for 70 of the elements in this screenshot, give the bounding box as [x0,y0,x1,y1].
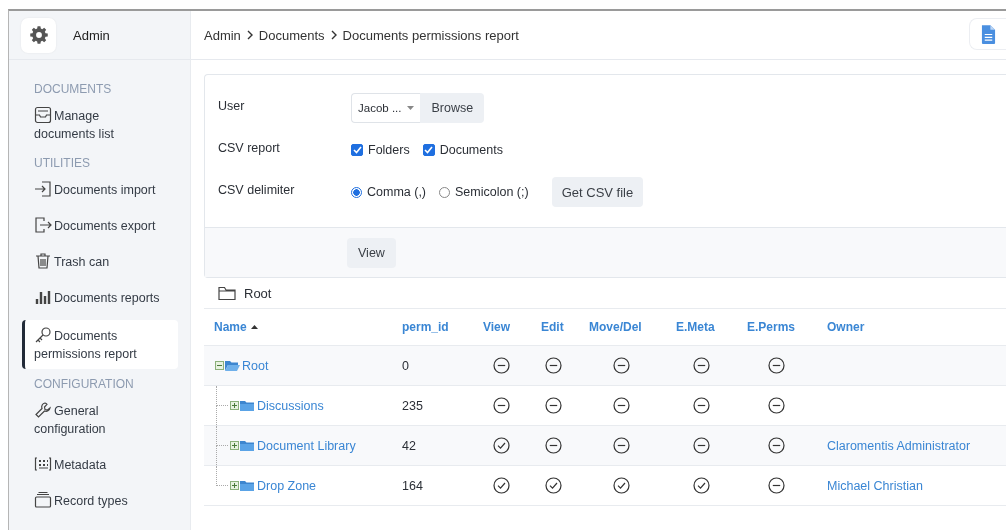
nav-item[interactable]: Manage documents list [22,102,178,148]
document-icon[interactable] [969,18,1006,50]
caret-icon [407,106,415,110]
table-cell-text: 164 [401,477,424,495]
get-csv-button[interactable]: Get CSV file [551,177,644,207]
wrench-icon [34,401,52,419]
folder-link[interactable]: Root [242,358,269,373]
app-title: Admin [73,27,110,43]
view-button[interactable]: View [347,237,396,268]
folder-link[interactable]: Document Library [257,438,356,453]
stack-icon [34,491,52,509]
column-header[interactable]: Name [204,309,392,345]
nav-item[interactable]: General configuration [22,397,178,443]
table-cell-text: 235 [401,397,424,415]
nav-item[interactable]: Documents reports [22,284,178,312]
field-label: CSV report [218,141,281,155]
column-header[interactable]: View [473,309,531,345]
expand-icon[interactable] [230,441,239,450]
section-heading: DOCUMENTS [33,82,113,96]
radio-option[interactable]: Semicolon (;) [439,185,529,199]
trash-icon [34,252,52,270]
breadcrumb-link[interactable]: Admin [204,27,241,43]
grid-icon [34,455,52,473]
folder-icon [240,399,255,412]
column-header[interactable]: perm_id [392,309,473,345]
collapse-icon[interactable] [215,361,224,370]
column-header[interactable]: E.Meta [666,309,737,345]
field-label: CSV delimiter [218,183,296,197]
table-cell-text: 0 [401,357,410,375]
browse-button[interactable]: Browse [420,93,485,123]
radio-option[interactable]: Comma (,) [351,185,427,199]
chevron-icon [329,30,338,40]
owner-link[interactable]: Claromentis Administrator [827,438,971,453]
expand-icon[interactable] [230,401,239,410]
nav-item[interactable]: Trash can [22,248,178,276]
folder-icon [240,439,255,452]
folder-icon [218,285,236,301]
chevron-icon [245,30,254,40]
checkmark-icon [424,146,434,154]
checkbox-option[interactable]: Folders [351,143,410,157]
section-heading: UTILITIES [33,156,91,170]
nav-item[interactable]: Documents export [22,212,178,240]
bar-chart-icon [34,288,52,306]
folder-link[interactable]: Drop Zone [257,478,317,493]
column-header[interactable]: Move/Del [579,309,666,345]
checkbox-option[interactable]: Documents [422,143,503,157]
expand-icon[interactable] [230,481,239,490]
folder-path: Root [244,285,272,301]
nav-item[interactable]: Documents import [22,176,178,204]
column-header[interactable]: Edit [531,309,579,345]
tray-icon [34,106,52,124]
nav-item[interactable]: Record types [22,487,178,515]
owner-link[interactable]: Michael Christian [827,478,923,493]
table-cell-text: 42 [401,437,417,455]
section-heading: CONFIGURATION [33,377,135,391]
column-header[interactable]: E.Perms [737,309,817,345]
folder-icon [240,479,255,492]
breadcrumb-link[interactable]: Documents [258,27,325,43]
key-icon [34,326,52,344]
column-header[interactable]: Owner [817,309,1006,345]
breadcrumb-link[interactable]: Documents permissions report [342,27,519,43]
settings-icon[interactable] [21,17,56,53]
folder-link[interactable]: Discussions [257,398,324,413]
open-folder-icon [225,359,240,372]
nav-item[interactable]: Metadata [22,451,178,479]
checkmark-icon [352,146,362,154]
field-label: User [218,99,246,113]
export-icon [34,216,52,234]
nav-item[interactable]: Documents permissions report [22,320,178,369]
import-icon [34,180,52,198]
